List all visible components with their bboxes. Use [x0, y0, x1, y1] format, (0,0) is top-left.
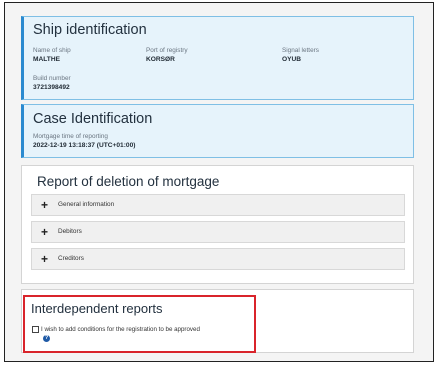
field-value: MALTHE	[33, 56, 60, 63]
page-frame: Ship identification Name of ship MALTHE …	[4, 2, 434, 362]
accordion-general-information[interactable]: + General information	[31, 194, 405, 216]
field-value: 3721398492	[33, 84, 70, 91]
plus-icon: +	[41, 252, 49, 266]
conditions-checkbox[interactable]	[32, 326, 39, 333]
ship-identification-title: Ship identification	[33, 22, 147, 38]
field-label: Signal letters	[282, 47, 319, 54]
ship-identification-panel: Ship identification Name of ship MALTHE …	[21, 16, 414, 100]
interdependent-reports-panel: Interdependent reports I wish to add con…	[21, 289, 414, 353]
conditions-checkbox-label[interactable]: I wish to add conditions for the registr…	[41, 326, 200, 333]
accordion-label: Creditors	[58, 255, 84, 262]
interdependent-reports-title: Interdependent reports	[31, 301, 163, 316]
accordion-label: Debitors	[58, 228, 82, 235]
build-number-field: Build number 3721398492	[33, 75, 71, 91]
plus-icon: +	[41, 225, 49, 239]
field-label: Mortgage time of reporting	[33, 133, 108, 140]
help-icon[interactable]: ?	[43, 335, 50, 342]
case-identification-title: Case Identification	[33, 111, 153, 127]
accordion-label: General information	[58, 201, 115, 208]
field-label: Build number	[33, 75, 71, 82]
field-value: 2022-12-19 13:18:37 (UTC+01:00)	[33, 142, 136, 149]
name-of-ship-field: Name of ship MALTHE	[33, 47, 71, 63]
accordion-creditors[interactable]: + Creditors	[31, 248, 405, 270]
report-panel: Report of deletion of mortgage + General…	[21, 165, 414, 284]
field-label: Name of ship	[33, 47, 71, 54]
signal-letters-field: Signal letters OYUB	[282, 47, 319, 63]
port-of-registry-field: Port of registry KORSØR	[146, 47, 188, 63]
accordion-debitors[interactable]: + Debitors	[31, 221, 405, 243]
field-value: KORSØR	[146, 56, 175, 63]
report-title: Report of deletion of mortgage	[37, 174, 220, 189]
field-label: Port of registry	[146, 47, 188, 54]
mortgage-time-field: Mortgage time of reporting 2022-12-19 13…	[33, 133, 135, 149]
plus-icon: +	[41, 198, 49, 212]
field-value: OYUB	[282, 56, 302, 63]
case-identification-panel: Case Identification Mortgage time of rep…	[21, 104, 414, 158]
